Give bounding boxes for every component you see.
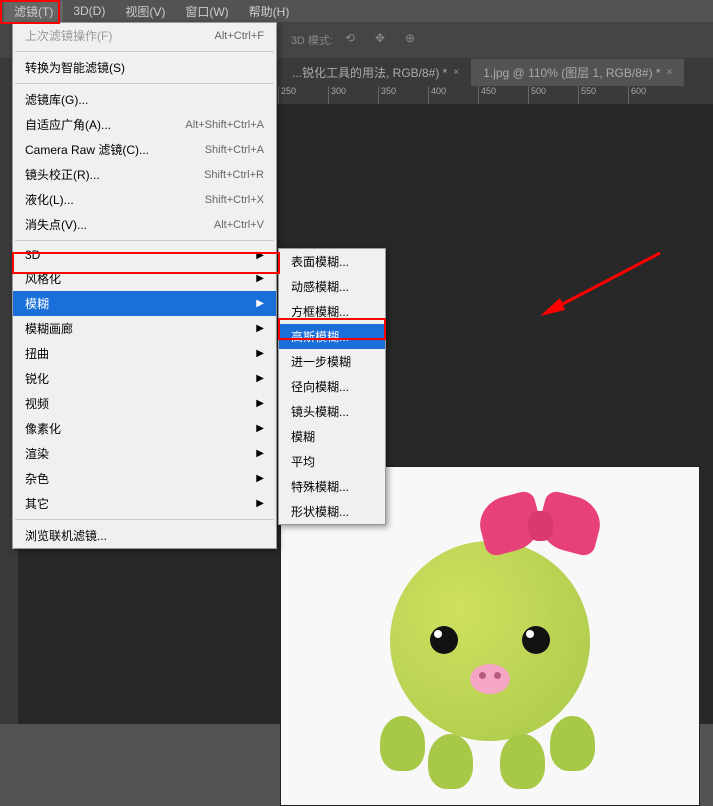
ruler-mark: 550 — [578, 86, 628, 104]
orbit-icon[interactable]: ⟲ — [345, 31, 363, 49]
ruler-mark: 300 — [328, 86, 378, 104]
chevron-right-icon: ▶ — [256, 348, 264, 359]
menu-filter-gallery[interactable]: 滤镜库(G)... — [13, 87, 276, 112]
ruler-mark: 500 — [528, 86, 578, 104]
submenu-shape-blur[interactable]: 形状模糊... — [279, 499, 385, 524]
menu-smart-filter[interactable]: 转换为智能滤镜(S) — [13, 55, 276, 80]
menu-label: 渲染 — [25, 445, 49, 462]
menu-blur[interactable]: 模糊 ▶ — [13, 291, 276, 316]
tab-label: 1.jpg @ 110% (图层 1, RGB/8#) * — [483, 64, 660, 81]
menu-label: 风格化 — [25, 270, 61, 287]
menu-label: 滤镜库(G)... — [25, 91, 88, 108]
menu-label: 其它 — [25, 495, 49, 512]
blur-submenu: 表面模糊... 动感模糊... 方框模糊... 高斯模糊... 进一步模糊 径向… — [278, 248, 386, 525]
menu-label: 锐化 — [25, 370, 49, 387]
separator — [15, 519, 274, 520]
menu-video[interactable]: 视频 ▶ — [13, 391, 276, 416]
menu-shortcut: Alt+Ctrl+V — [214, 219, 264, 231]
pan-icon[interactable]: ✥ — [375, 31, 393, 49]
menu-filter[interactable]: 滤镜(T) — [4, 1, 63, 22]
menu-label: 模糊画廊 — [25, 320, 73, 337]
submenu-box-blur[interactable]: 方框模糊... — [279, 299, 385, 324]
chevron-right-icon: ▶ — [256, 323, 264, 334]
submenu-surface-blur[interactable]: 表面模糊... — [279, 249, 385, 274]
menu-label: 液化(L)... — [25, 191, 74, 208]
chevron-right-icon: ▶ — [256, 448, 264, 459]
menu-browse-online[interactable]: 浏览联机滤镜... — [13, 523, 276, 548]
submenu-radial-blur[interactable]: 径向模糊... — [279, 374, 385, 399]
menu-shortcut: Alt+Shift+Ctrl+A — [185, 119, 264, 131]
menu-camera-raw[interactable]: Camera Raw 滤镜(C)... Shift+Ctrl+A — [13, 137, 276, 162]
filter-menu: 上次滤镜操作(F) Alt+Ctrl+F 转换为智能滤镜(S) 滤镜库(G)..… — [12, 22, 277, 549]
tab-label: ...锐化工具的用法, RGB/8#) * — [292, 64, 447, 81]
menu-shortcut: Shift+Ctrl+X — [205, 194, 264, 206]
menu-label: 扭曲 — [25, 345, 49, 362]
close-icon[interactable]: × — [453, 67, 459, 78]
chevron-right-icon: ▶ — [256, 273, 264, 284]
menu-other[interactable]: 其它 ▶ — [13, 491, 276, 516]
menu-shortcut: Alt+Ctrl+F — [214, 30, 264, 42]
submenu-lens-blur[interactable]: 镜头模糊... — [279, 399, 385, 424]
menu-liquify[interactable]: 液化(L)... Shift+Ctrl+X — [13, 187, 276, 212]
submenu-blur[interactable]: 模糊 — [279, 424, 385, 449]
chevron-right-icon: ▶ — [256, 398, 264, 409]
menu-blur-gallery[interactable]: 模糊画廊 ▶ — [13, 316, 276, 341]
menu-help[interactable]: 帮助(H) — [239, 1, 300, 22]
menu-distort[interactable]: 扭曲 ▶ — [13, 341, 276, 366]
tab-doc2[interactable]: 1.jpg @ 110% (图层 1, RGB/8#) * × — [471, 59, 684, 86]
submenu-blur-more[interactable]: 进一步模糊 — [279, 349, 385, 374]
menu-noise[interactable]: 杂色 ▶ — [13, 466, 276, 491]
menu-view[interactable]: 视图(V) — [115, 1, 175, 22]
menu-3d[interactable]: 3D(D) — [63, 2, 115, 20]
menu-shortcut: Shift+Ctrl+R — [204, 169, 264, 181]
menu-render[interactable]: 渲染 ▶ — [13, 441, 276, 466]
chevron-right-icon: ▶ — [256, 423, 264, 434]
menu-label: 3D — [25, 248, 40, 262]
separator — [15, 83, 274, 84]
ruler-mark: 400 — [428, 86, 478, 104]
menu-window[interactable]: 窗口(W) — [175, 1, 238, 22]
mode-3d-label: 3D 模式: — [291, 32, 333, 48]
chevron-right-icon: ▶ — [256, 373, 264, 384]
menu-sharpen[interactable]: 锐化 ▶ — [13, 366, 276, 391]
chevron-right-icon: ▶ — [256, 473, 264, 484]
menu-label: 转换为智能滤镜(S) — [25, 59, 125, 76]
plush-toy-image — [360, 486, 620, 786]
submenu-motion-blur[interactable]: 动感模糊... — [279, 274, 385, 299]
submenu-gaussian-blur[interactable]: 高斯模糊... — [279, 324, 385, 349]
menu-pixelate[interactable]: 像素化 ▶ — [13, 416, 276, 441]
menu-label: 杂色 — [25, 470, 49, 487]
menu-stylize[interactable]: 风格化 ▶ — [13, 266, 276, 291]
menu-last-filter[interactable]: 上次滤镜操作(F) Alt+Ctrl+F — [13, 23, 276, 48]
tab-doc1[interactable]: ...锐化工具的用法, RGB/8#) * × — [280, 59, 471, 86]
menu-label: 视频 — [25, 395, 49, 412]
menu-lens-correction[interactable]: 镜头校正(R)... Shift+Ctrl+R — [13, 162, 276, 187]
ruler-mark: 250 — [278, 86, 328, 104]
roll-icon[interactable]: ⊕ — [405, 31, 423, 49]
menu-label: 上次滤镜操作(F) — [25, 27, 112, 44]
menu-label: 模糊 — [25, 295, 49, 312]
menu-shortcut: Shift+Ctrl+A — [205, 144, 264, 156]
menu-label: Camera Raw 滤镜(C)... — [25, 141, 149, 158]
submenu-smart-blur[interactable]: 特殊模糊... — [279, 474, 385, 499]
menubar: 滤镜(T) 3D(D) 视图(V) 窗口(W) 帮助(H) — [0, 0, 713, 22]
separator — [15, 240, 274, 241]
menu-label: 自适应广角(A)... — [25, 116, 111, 133]
ruler-mark: 450 — [478, 86, 528, 104]
menu-vanishing-point[interactable]: 消失点(V)... Alt+Ctrl+V — [13, 212, 276, 237]
ruler-mark: 600 — [628, 86, 678, 104]
submenu-average[interactable]: 平均 — [279, 449, 385, 474]
close-icon[interactable]: × — [667, 67, 673, 78]
chevron-right-icon: ▶ — [256, 250, 264, 261]
chevron-right-icon: ▶ — [256, 498, 264, 509]
separator — [15, 51, 274, 52]
menu-label: 浏览联机滤镜... — [25, 527, 107, 544]
menu-3d-sub[interactable]: 3D ▶ — [13, 244, 276, 266]
chevron-right-icon: ▶ — [256, 298, 264, 309]
menu-label: 镜头校正(R)... — [25, 166, 100, 183]
ruler-mark: 350 — [378, 86, 428, 104]
menu-label: 消失点(V)... — [25, 216, 87, 233]
menu-label: 像素化 — [25, 420, 61, 437]
menu-adaptive-wide[interactable]: 自适应广角(A)... Alt+Shift+Ctrl+A — [13, 112, 276, 137]
